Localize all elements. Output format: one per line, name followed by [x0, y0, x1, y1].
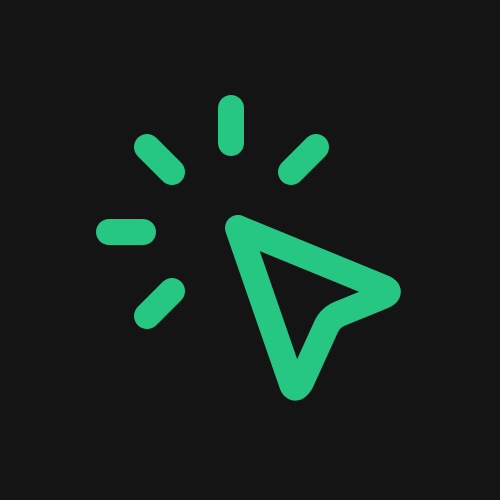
upper-left-ray — [134, 134, 185, 185]
lower-left-ray — [134, 278, 185, 329]
upper-right-ray — [278, 134, 329, 185]
icon-canvas — [0, 0, 500, 500]
cursor-click-icon — [0, 0, 500, 500]
